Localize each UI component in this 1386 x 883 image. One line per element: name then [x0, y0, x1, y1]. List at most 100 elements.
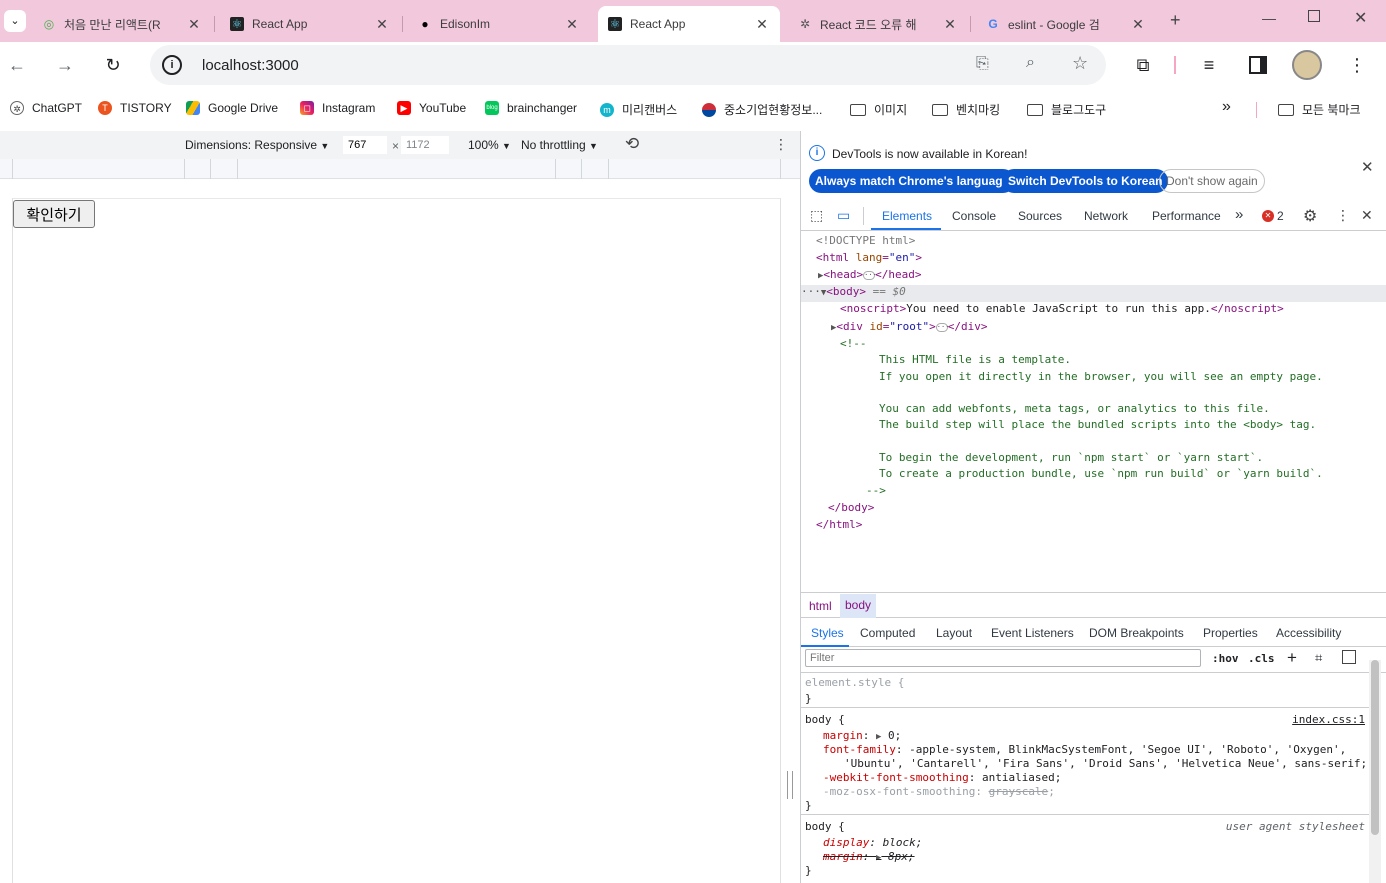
new-tab-button[interactable]: + [1170, 10, 1181, 31]
tab-sources[interactable]: Sources [1018, 209, 1062, 223]
dom-root-div-node[interactable]: ▶<div id="root">···</div> [831, 320, 988, 333]
tab-event-listeners[interactable]: Event Listeners [991, 626, 1074, 640]
tab-network[interactable]: Network [1084, 209, 1128, 223]
tab-properties[interactable]: Properties [1203, 626, 1258, 640]
class-toggle[interactable]: .cls [1248, 652, 1275, 665]
close-tab-icon[interactable]: ✕ [186, 16, 202, 33]
dom-html-close[interactable]: </html> [816, 518, 862, 531]
chrome-menu-icon[interactable]: ⋮ [1342, 50, 1372, 80]
zoom-dropdown[interactable]: 100% ▼ [468, 138, 511, 152]
hover-state-toggle[interactable]: :hov [1212, 652, 1239, 665]
css-declaration-font-family[interactable]: font-family: -apple-system, BlinkMacSyst… [823, 743, 1346, 756]
rule-source-link[interactable]: index.css:1 [1292, 713, 1365, 726]
tab-accessibility[interactable]: Accessibility [1276, 626, 1341, 640]
dom-head-node[interactable]: ▶<head>···</head> [818, 268, 922, 281]
close-tab-icon[interactable]: ✕ [374, 16, 390, 33]
tab-performance[interactable]: Performance [1152, 209, 1221, 223]
breadcrumb-html[interactable]: html [804, 599, 837, 613]
tab-elements[interactable]: Elements [882, 209, 932, 223]
toggle-sidebar-icon[interactable] [1342, 650, 1356, 664]
dont-show-again-button[interactable]: Don't show again [1159, 169, 1265, 193]
css-declaration-margin[interactable]: margin: ▶ 0; [823, 729, 901, 742]
tab-4[interactable]: ✲ React 코드 오류 해 ✕ [788, 6, 968, 42]
bookmark-sme-info[interactable]: 중소기업현황정보... [702, 101, 822, 118]
rotate-icon[interactable]: ⟲ [625, 134, 639, 154]
tab-3-active[interactable]: ⚛ React App ✕ [598, 6, 780, 42]
expand-triangle-icon[interactable]: ▶ [876, 853, 881, 863]
bookmark-youtube[interactable]: ▶ YouTube [397, 101, 466, 115]
bookmark-brainchanger[interactable]: blog brainchanger [485, 101, 577, 115]
new-style-rule-icon[interactable]: + [1287, 648, 1297, 668]
window-close-icon[interactable]: ✕ [1354, 8, 1367, 28]
back-arrow-icon[interactable]: ← [2, 50, 32, 80]
viewport-height-input[interactable] [401, 136, 449, 154]
zoom-icon[interactable]: ⌕ [1026, 54, 1035, 72]
confirm-button[interactable]: 확인하기 [13, 200, 95, 228]
forward-arrow-icon[interactable]: → [50, 50, 80, 80]
close-tab-icon[interactable]: ✕ [1130, 16, 1146, 33]
error-count[interactable]: 2 [1277, 209, 1284, 223]
scrollbar-thumb[interactable] [1371, 660, 1379, 835]
tab-computed[interactable]: Computed [860, 626, 915, 640]
element-style-selector[interactable]: element.style { [805, 676, 904, 689]
tab-layout[interactable]: Layout [936, 626, 972, 640]
styles-filter-input[interactable]: Filter [805, 649, 1201, 667]
ellipsis-icon[interactable]: ··· [935, 322, 949, 332]
ua-body-rule-selector[interactable]: body { [805, 820, 845, 833]
throttling-dropdown[interactable]: No throttling ▼ [521, 138, 598, 152]
maximize-icon[interactable] [1308, 10, 1320, 22]
media-query-ruler[interactable] [0, 159, 800, 179]
close-tab-icon[interactable]: ✕ [942, 16, 958, 33]
error-icon[interactable]: ✕ [1262, 210, 1274, 222]
dom-html-node[interactable]: <html lang="en"> [816, 251, 922, 264]
always-match-language-button[interactable]: Always match Chrome's language [809, 169, 1016, 193]
dimensions-dropdown[interactable]: Dimensions: Responsive ▼ [185, 138, 329, 152]
paint-brush-icon[interactable]: ⌗ [1315, 650, 1322, 666]
bookmark-instagram[interactable]: ◻ Instagram [300, 101, 375, 115]
bookmark-google-drive[interactable]: Google Drive [186, 101, 278, 115]
dom-body-close[interactable]: </body> [828, 501, 874, 514]
dom-doctype[interactable]: <!DOCTYPE html> [816, 234, 915, 247]
more-tabs-icon[interactable]: » [1235, 206, 1243, 223]
inspect-element-icon[interactable]: ⬚ [810, 207, 823, 224]
css-declaration-margin-overridden[interactable]: margin: ▶ 8px; [823, 850, 915, 863]
bookmark-star-icon[interactable]: ☆ [1072, 53, 1088, 74]
row-options-icon[interactable]: ··· [801, 285, 821, 298]
css-declaration-display[interactable]: display: block; [823, 836, 922, 849]
tab-search-dropdown-icon[interactable]: ⌄ [4, 10, 26, 32]
tab-0[interactable]: ◎ 처음 만난 리액트(R ✕ [32, 6, 212, 42]
close-infobar-icon[interactable]: ✕ [1361, 158, 1374, 176]
viewport-resize-handle[interactable] [787, 771, 793, 799]
bookmark-folder-benchmarking[interactable]: 벤치마킹 [932, 101, 1000, 118]
breadcrumb-body[interactable]: body [840, 594, 877, 618]
tab-console[interactable]: Console [952, 209, 996, 223]
tab-styles[interactable]: Styles [811, 626, 844, 640]
devtools-menu-icon[interactable]: ⋮ [1336, 207, 1350, 224]
device-toggle-icon[interactable]: ▭ [837, 207, 850, 224]
bookmark-folder-images[interactable]: 이미지 [850, 101, 907, 118]
media-controls-icon[interactable]: ≡ [1194, 50, 1224, 80]
extensions-icon[interactable]: ⧉ [1128, 50, 1158, 80]
tab-1[interactable]: ⚛ React App ✕ [220, 6, 400, 42]
viewport-width-input[interactable] [343, 136, 387, 154]
body-rule-selector[interactable]: body { [805, 713, 845, 726]
css-declaration-moz-smoothing[interactable]: -moz-osx-font-smoothing: grayscale; [823, 785, 1055, 798]
profile-avatar[interactable] [1292, 50, 1322, 80]
site-info-icon[interactable]: i [162, 55, 182, 75]
close-tab-icon[interactable]: ✕ [564, 16, 580, 33]
switch-to-korean-button[interactable]: Switch DevTools to Korean [1002, 169, 1169, 193]
address-bar[interactable]: i localhost:3000 ⎘ ⌕ ☆ [150, 45, 1106, 85]
install-app-icon[interactable]: ⎘ [976, 55, 989, 73]
reload-icon[interactable]: ↻ [98, 50, 128, 80]
tab-5[interactable]: G eslint - Google 검 ✕ [976, 6, 1156, 42]
bookmark-folder-blog-tools[interactable]: 블로그도구 [1027, 101, 1106, 118]
url-text[interactable]: localhost:3000 [202, 57, 299, 74]
dom-comment-open[interactable]: <!-- [840, 337, 867, 350]
settings-gear-icon[interactable]: ⚙ [1303, 206, 1317, 226]
all-bookmarks-folder[interactable]: 모든 북마크 [1278, 101, 1361, 118]
dom-noscript-node[interactable]: <noscript>You need to enable JavaScript … [840, 302, 1284, 315]
expand-triangle-icon[interactable]: ▶ [876, 732, 881, 742]
tab-2[interactable]: ● EdisonIm ✕ [408, 6, 590, 42]
bookmark-tistory[interactable]: T TISTORY [98, 101, 172, 115]
dom-body-node-selected[interactable]: ···▼<body> == $0 [801, 285, 1386, 302]
